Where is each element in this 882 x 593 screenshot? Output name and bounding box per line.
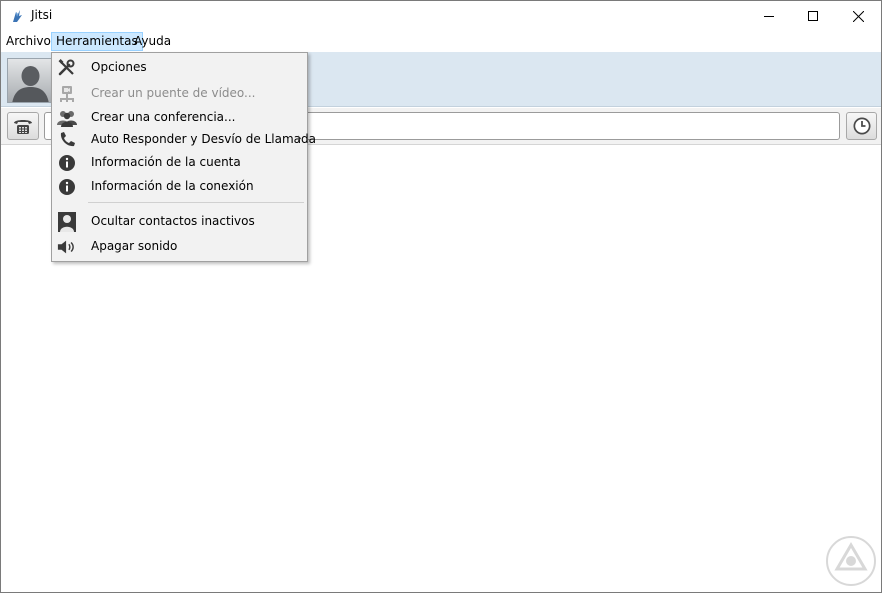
window-title: Jitsi: [31, 8, 53, 22]
tools-icon: [57, 59, 77, 77]
video-bridge-icon: [57, 85, 77, 103]
avatar[interactable]: [7, 58, 52, 103]
menu-item-ocultar-contactos[interactable]: Ocultar contactos inactivos: [53, 211, 307, 233]
watermark-logo: [825, 535, 877, 587]
info-icon: [57, 178, 77, 196]
jitsi-logo-icon: [10, 8, 26, 24]
tools-dropdown-menu: Opciones Crear un puente de vídeo... Cre…: [51, 52, 316, 262]
dialpad-button[interactable]: [7, 112, 39, 140]
close-icon: [852, 10, 864, 22]
default-avatar-icon: [8, 59, 51, 102]
menu-item-label: Ocultar contactos inactivos: [91, 214, 255, 228]
menu-item-label: Opciones: [91, 60, 147, 74]
menu-item-label: Crear un puente de vídeo...: [91, 86, 256, 100]
clock-icon: [853, 117, 870, 135]
menu-item-label: Información de la cuenta: [91, 155, 241, 169]
phone-icon: [57, 131, 77, 149]
menu-item-informacion-conexion[interactable]: Información de la conexión: [53, 176, 307, 198]
menu-item-label: Apagar sonido: [91, 239, 178, 253]
menu-item-label: Auto Responder y Desvío de Llamada: [91, 132, 317, 146]
conference-icon: [57, 109, 77, 127]
maximize-button[interactable]: [790, 1, 836, 31]
user-icon: [57, 212, 77, 232]
title-bar[interactable]: Jitsi: [1, 1, 881, 31]
menu-item-crear-puente-video: Crear un puente de vídeo...: [53, 83, 307, 105]
info-icon: [57, 154, 77, 172]
call-history-button[interactable]: [846, 112, 877, 140]
app-window: Jitsi Archivo Herramientas Ayuda Opcione…: [0, 0, 882, 593]
dialpad-phone-icon: [14, 120, 32, 134]
minimize-button[interactable]: [746, 1, 792, 31]
menu-separator: [88, 202, 304, 203]
speaker-icon: [57, 238, 77, 256]
close-button[interactable]: [835, 1, 881, 31]
menu-ayuda[interactable]: Ayuda: [130, 32, 175, 51]
menu-item-crear-conferencia[interactable]: Crear una conferencia...: [53, 107, 307, 129]
menu-item-apagar-sonido[interactable]: Apagar sonido: [53, 236, 307, 258]
menu-item-label: Información de la conexión: [91, 179, 254, 193]
menu-item-opciones[interactable]: Opciones: [53, 57, 307, 79]
menu-herramientas[interactable]: Herramientas: [51, 32, 143, 51]
menu-item-informacion-cuenta[interactable]: Información de la cuenta: [53, 152, 307, 174]
minimize-icon: [764, 16, 774, 17]
submenu-arrow-icon: ›: [297, 131, 302, 145]
menu-archivo[interactable]: Archivo: [2, 32, 55, 51]
menu-item-auto-responder[interactable]: Auto Responder y Desvío de Llamada ›: [53, 129, 316, 151]
menu-bar: Archivo Herramientas Ayuda: [1, 31, 881, 51]
menu-item-label: Crear una conferencia...: [91, 110, 236, 124]
maximize-icon: [808, 11, 818, 21]
watermark-icon: [826, 536, 876, 586]
